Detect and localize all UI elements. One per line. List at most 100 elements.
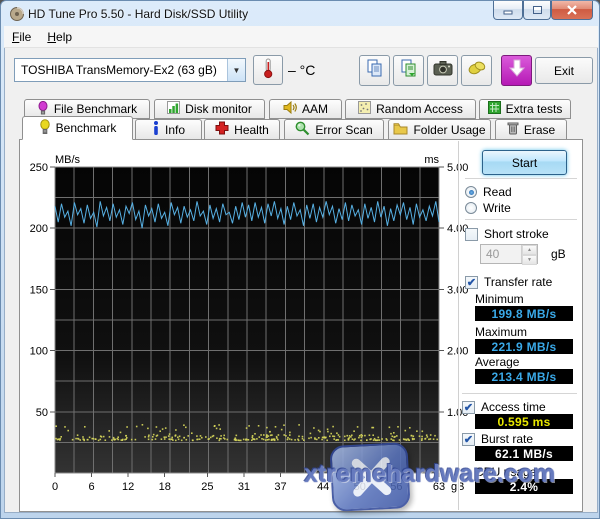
speaker-icon [283, 101, 297, 117]
download-arrow-icon [509, 59, 525, 82]
tab-extra-tests[interactable]: Extra tests [479, 99, 571, 119]
burst-rate-checkbox[interactable]: ✔ [462, 433, 475, 446]
short-stroke-value: 40 [481, 245, 521, 263]
svg-text:200: 200 [30, 223, 48, 235]
exit-button[interactable]: Exit [535, 57, 593, 84]
tab-erase[interactable]: Erase [495, 119, 567, 140]
separator [465, 178, 577, 180]
marker-button[interactable] [461, 55, 492, 86]
spin-down-icon[interactable]: ▼ [522, 255, 537, 265]
start-button[interactable]: Start [482, 150, 567, 175]
svg-text:ms: ms [424, 154, 439, 166]
panel-divider [458, 141, 460, 510]
minimize-button[interactable] [493, 1, 523, 20]
close-button[interactable] [551, 1, 593, 20]
tab-folder-usage[interactable]: Folder Usage [388, 119, 491, 140]
burst-rate-value: 62.1 MB/s [475, 446, 573, 461]
average-label: Average [475, 355, 519, 369]
short-stroke-unit: gB [551, 247, 566, 261]
read-radio-label[interactable]: Read [483, 185, 512, 199]
svg-text:37: 37 [274, 481, 286, 493]
tab-error-scan[interactable]: Error Scan [284, 119, 384, 140]
read-radio[interactable] [465, 186, 477, 198]
file-benchmark-icon [37, 101, 49, 118]
exit-button-label: Exit [554, 64, 574, 78]
benchmark-chart: MB/sms250200150100505.004.003.002.001.00… [21, 153, 473, 498]
separator [465, 219, 577, 221]
burst-rate-label[interactable]: Burst rate [481, 432, 533, 446]
watermark-text: xtremehardware.com [304, 460, 556, 489]
svg-text:31: 31 [238, 481, 250, 493]
tab-health[interactable]: Health [204, 119, 280, 140]
marker-icon [467, 59, 487, 82]
lightbulb-icon [39, 119, 51, 138]
tab-label: Random Access [376, 102, 463, 116]
svg-text:0: 0 [52, 481, 58, 493]
trash-icon [507, 121, 519, 138]
short-stroke-row: Short stroke [465, 227, 549, 241]
thermometer-icon [260, 57, 276, 84]
chevron-down-icon: ▼ [227, 59, 245, 81]
screenshot-button[interactable] [427, 55, 458, 86]
restore-button[interactable] [523, 1, 551, 20]
transfer-rate-checkbox[interactable]: ✔ [465, 276, 478, 289]
svg-text:18: 18 [159, 481, 171, 493]
copy-button[interactable] [359, 55, 390, 86]
svg-text:12: 12 [122, 481, 134, 493]
tab-aam[interactable]: AAM [269, 99, 342, 119]
drive-select-value: TOSHIBA TransMemory-Ex2 (63 gB) [15, 63, 227, 77]
maximum-value: 221.9 MB/s [475, 339, 573, 354]
app-icon [9, 6, 25, 27]
svg-text:250: 250 [30, 162, 48, 174]
health-cross-icon [215, 121, 229, 138]
tab-label: Extra tests [506, 102, 563, 116]
tab-label: Disk monitor [185, 102, 252, 116]
tab-random-access[interactable]: Random Access [345, 99, 476, 119]
access-time-checkbox[interactable]: ✔ [462, 401, 475, 414]
menu-file[interactable]: File [4, 26, 39, 48]
extra-tests-icon [488, 101, 501, 117]
menu-help[interactable]: Help [39, 26, 80, 48]
svg-text:150: 150 [30, 284, 48, 296]
spin-up-icon[interactable]: ▲ [522, 245, 537, 255]
maximum-label: Maximum [475, 325, 527, 339]
tab-label: File Benchmark [54, 102, 137, 116]
camera-icon [433, 60, 453, 81]
minimum-label: Minimum [475, 292, 524, 306]
tab-benchmark[interactable]: Benchmark [22, 116, 133, 140]
svg-text:25: 25 [201, 481, 213, 493]
tab-label: Folder Usage [413, 123, 485, 137]
drive-select[interactable]: TOSHIBA TransMemory-Ex2 (63 gB) ▼ [14, 58, 246, 82]
copy-file-button[interactable] [393, 55, 424, 86]
tab-label: Erase [524, 123, 555, 137]
tab-disk-monitor[interactable]: Disk monitor [154, 99, 265, 119]
short-stroke-label[interactable]: Short stroke [484, 227, 549, 241]
write-radio-label[interactable]: Write [483, 201, 511, 215]
tab-label: AAM [302, 102, 328, 116]
app-window: HD Tune Pro 5.50 - Hard Disk/SSD Utility… [0, 0, 600, 519]
svg-text:100: 100 [30, 346, 48, 358]
transfer-rate-row: ✔ Transfer rate [465, 275, 552, 289]
write-radio[interactable] [465, 202, 477, 214]
tab-label: Error Scan [315, 123, 372, 137]
copy-file-icon [400, 59, 418, 82]
info-icon [152, 121, 160, 138]
temperature-button[interactable] [253, 55, 283, 85]
tab-label: Health [234, 123, 269, 137]
tab-info[interactable]: Info [135, 119, 202, 140]
download-button[interactable] [501, 55, 532, 86]
tab-label: Benchmark [56, 121, 117, 135]
spinner-buttons[interactable]: ▲▼ [521, 245, 537, 263]
write-radio-row: Write [465, 201, 511, 215]
access-time-label[interactable]: Access time [481, 400, 546, 414]
short-stroke-checkbox[interactable] [465, 228, 478, 241]
svg-text:6: 6 [89, 481, 95, 493]
start-button-label: Start [512, 156, 537, 170]
transfer-rate-label[interactable]: Transfer rate [484, 275, 552, 289]
average-value: 213.4 MB/s [475, 369, 573, 384]
access-time-value: 0.595 ms [475, 414, 573, 429]
burst-rate-row: ✔ Burst rate [462, 432, 533, 446]
folder-icon [393, 122, 408, 138]
short-stroke-spinner[interactable]: 40 ▲▼ [480, 244, 538, 264]
minimum-value: 199.8 MB/s [475, 306, 573, 321]
